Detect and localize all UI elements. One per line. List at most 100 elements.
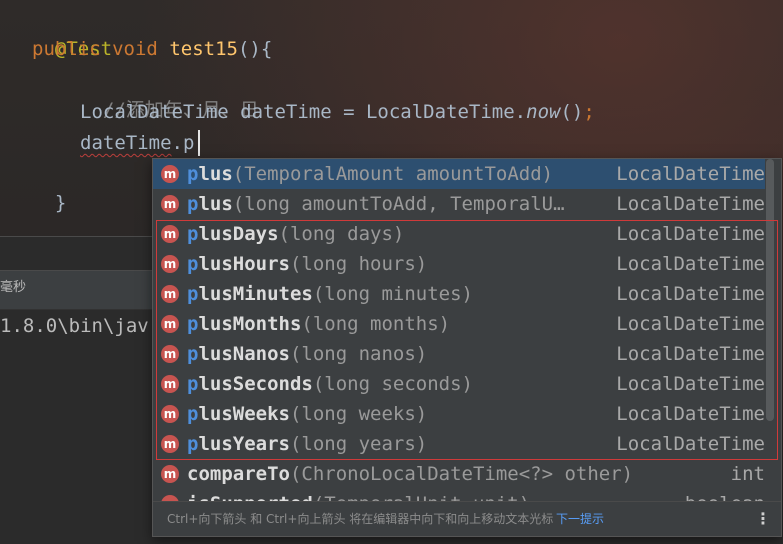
- method-params: (long days): [278, 223, 405, 245]
- semicolon: ;: [583, 101, 595, 123]
- method-name: lusYears: [198, 433, 290, 455]
- code-line-method-signature: public void test15(){: [32, 34, 272, 64]
- method-icon: m: [161, 315, 179, 333]
- method-icon: m: [161, 225, 179, 243]
- popup-scrollbar[interactable]: [766, 159, 774, 421]
- method-name: lus: [198, 193, 233, 215]
- method-icon: m: [161, 255, 179, 273]
- run-panel-tab-label[interactable]: 毫秒: [0, 278, 26, 298]
- method-icon: m: [161, 165, 179, 183]
- completion-item[interactable]: m plusSeconds(long seconds) LocalDateTime: [153, 369, 765, 399]
- return-type: LocalDateTime: [616, 403, 765, 425]
- typed-variable: dateTime: [80, 132, 172, 154]
- text-caret: [198, 130, 200, 156]
- completion-item[interactable]: m plus(TemporalAmount amountToAdd) LocalDa…: [153, 159, 765, 189]
- method-name: lusDays: [198, 223, 279, 245]
- return-type: LocalDateTime: [616, 163, 765, 185]
- method-params: (long seconds): [312, 373, 473, 395]
- popup-footer: Ctrl+向下箭头 和 Ctrl+向上箭头 将在编辑器中向下和向上移动文本光标 …: [153, 501, 781, 536]
- code-line-comment: //添加年、月、日: [80, 65, 259, 121]
- method-params: (long hours): [289, 253, 428, 275]
- code-line-closing-brace: }: [32, 158, 66, 214]
- method-params: (long weeks): [289, 403, 428, 425]
- completion-signature: plusMonths(long months): [187, 313, 450, 335]
- method-icon: m: [161, 435, 179, 453]
- method-params: (long nanos): [289, 343, 428, 365]
- completion-item[interactable]: m compareTo(ChronoLocalDateTime<?> other)…: [153, 459, 765, 489]
- matched-prefix: p: [187, 343, 199, 365]
- method-icon: m: [161, 405, 179, 423]
- completion-signature: plus(long amountToAdd, TemporalU…: [187, 193, 565, 215]
- method-name: compareTo: [187, 463, 290, 485]
- completion-signature: plusWeeks(long weeks): [187, 403, 427, 425]
- matched-prefix: p: [187, 163, 199, 185]
- completion-signature: plusNanos(long nanos): [187, 343, 427, 365]
- method-icon: m: [161, 465, 179, 483]
- more-options-icon[interactable]: ⋮: [755, 502, 771, 536]
- return-type: int: [730, 463, 765, 485]
- code-completion-popup[interactable]: m plus(TemporalAmount amountToAdd) LocalDa…: [152, 158, 782, 537]
- next-tip-link[interactable]: 下一提示: [556, 502, 604, 536]
- return-type: LocalDateTime: [616, 253, 765, 275]
- matched-prefix: p: [187, 373, 199, 395]
- method-params: (TemporalAmount amountToAdd): [232, 163, 554, 185]
- method-name: test15: [169, 38, 238, 60]
- code-line-declaration: LocalDateTime dateTime = LocalDateTime.n…: [80, 97, 595, 127]
- completion-signature: plus(TemporalAmount amountToAdd): [187, 163, 553, 185]
- matched-prefix: p: [187, 283, 199, 305]
- method-name: lus: [198, 163, 233, 185]
- return-type: LocalDateTime: [616, 343, 765, 365]
- method-icon: m: [161, 195, 179, 213]
- return-type: LocalDateTime: [616, 433, 765, 455]
- declaration-text: LocalDateTime dateTime = LocalDateTime.: [80, 101, 527, 123]
- completion-signature: plusDays(long days): [187, 223, 404, 245]
- completion-item[interactable]: m plusYears(long years) LocalDateTime: [153, 429, 765, 459]
- method-params: (ChronoLocalDateTime<?> other): [289, 463, 634, 485]
- completion-signature: plusYears(long years): [187, 433, 427, 455]
- method-icon: m: [161, 375, 179, 393]
- code-line-typing[interactable]: dateTime.p: [80, 128, 194, 158]
- completion-item[interactable]: m plusHours(long hours) LocalDateTime: [153, 249, 765, 279]
- method-name: lusNanos: [198, 343, 290, 365]
- typed-member-prefix: .p: [171, 132, 195, 154]
- keyword-void: void: [112, 38, 158, 60]
- matched-prefix: p: [187, 313, 199, 335]
- completion-item[interactable]: m plusDays(long days) LocalDateTime: [153, 219, 765, 249]
- return-type: LocalDateTime: [616, 283, 765, 305]
- signature-rest: (){: [237, 38, 273, 60]
- call-parens: (): [560, 101, 584, 123]
- return-type: LocalDateTime: [616, 373, 765, 395]
- completion-item[interactable]: m plusMinutes(long minutes) LocalDateTime: [153, 279, 765, 309]
- method-name: lusMonths: [198, 313, 302, 335]
- completion-item[interactable]: m plusWeeks(long weeks) LocalDateTime: [153, 399, 765, 429]
- completion-signature: plusHours(long hours): [187, 253, 427, 275]
- method-name: lusSeconds: [198, 373, 313, 395]
- return-type: LocalDateTime: [616, 223, 765, 245]
- matched-prefix: p: [187, 193, 199, 215]
- method-name: lusHours: [198, 253, 290, 275]
- console-output: 1.8.0\bin\jav: [0, 315, 149, 337]
- completion-signature: plusMinutes(long minutes): [187, 283, 473, 305]
- matched-prefix: p: [187, 253, 199, 275]
- matched-prefix: p: [187, 223, 199, 245]
- method-params: (long amountToAdd, TemporalU…: [232, 193, 565, 215]
- return-type: LocalDateTime: [616, 313, 765, 335]
- matched-prefix: p: [187, 433, 199, 455]
- panel-divider: [0, 236, 160, 237]
- completion-signature: plusSeconds(long seconds): [187, 373, 473, 395]
- completion-signature: compareTo(ChronoLocalDateTime<?> other): [187, 463, 633, 485]
- method-icon: m: [161, 345, 179, 363]
- completion-item[interactable]: m plusMonths(long months) LocalDateTime: [153, 309, 765, 339]
- closing-brace: }: [54, 192, 67, 214]
- method-icon: m: [161, 285, 179, 303]
- method-params: (long years): [289, 433, 428, 455]
- now-call: now: [526, 101, 561, 123]
- footer-hint: Ctrl+向下箭头 和 Ctrl+向上箭头 将在编辑器中向下和向上移动文本光标: [167, 512, 554, 526]
- matched-prefix: p: [187, 403, 199, 425]
- code-line-annotation: @Test: [32, 4, 112, 60]
- completion-item[interactable]: m plus(long amountToAdd, TemporalU… LocalD…: [153, 189, 765, 219]
- method-params: (long months): [301, 313, 451, 335]
- method-name: lusMinutes: [198, 283, 313, 305]
- completion-item[interactable]: m plusNanos(long nanos) LocalDateTime: [153, 339, 765, 369]
- return-type: LocalDateTime: [616, 193, 765, 215]
